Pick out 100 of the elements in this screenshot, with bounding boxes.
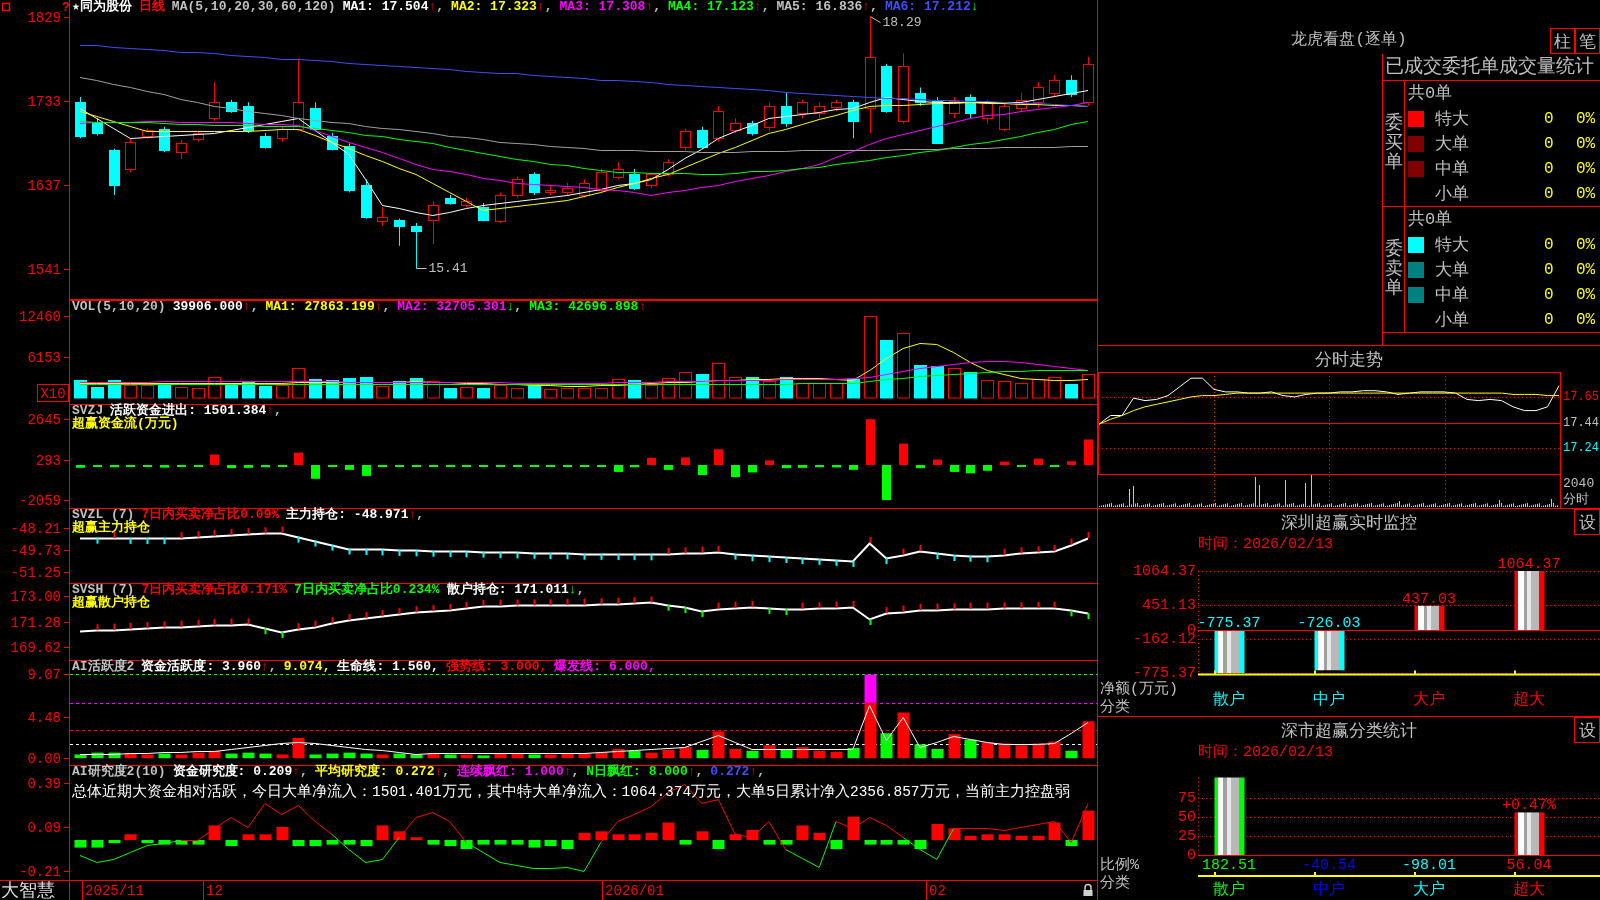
candle bbox=[75, 96, 86, 139]
research-bar bbox=[444, 840, 457, 847]
legend-label: 生命线: 1.560, bbox=[337, 660, 439, 673]
category-label: 大户 bbox=[1413, 881, 1445, 899]
bar bbox=[1314, 630, 1345, 671]
research-bar bbox=[763, 840, 776, 845]
change-marker bbox=[1020, 601, 1023, 610]
volume-bar bbox=[91, 387, 104, 399]
research-bar bbox=[981, 834, 994, 840]
legend-comma: , bbox=[442, 765, 451, 778]
flow-bar bbox=[294, 452, 303, 465]
order-size-label: 中单 bbox=[1435, 285, 1470, 306]
order-percent: 0% bbox=[1576, 260, 1597, 279]
flow-bar bbox=[664, 465, 673, 470]
flow-bar bbox=[714, 449, 723, 465]
research-bar bbox=[192, 840, 205, 845]
candle bbox=[512, 176, 523, 199]
axis-label: 171.28 bbox=[10, 614, 61, 631]
axis-label: 173.00 bbox=[10, 588, 61, 605]
volume-bar bbox=[763, 381, 776, 399]
research-bar bbox=[780, 840, 793, 845]
view-toggle-button[interactable]: 笔 bbox=[1575, 28, 1600, 54]
flow-bar bbox=[244, 465, 253, 468]
change-marker bbox=[953, 554, 956, 563]
axis-label: 50 bbox=[1178, 809, 1196, 826]
date-label: 12 bbox=[206, 883, 223, 899]
change-marker bbox=[1087, 612, 1090, 621]
legend-label: MA3: 17.308 bbox=[559, 0, 646, 13]
volume-caption: 分时 bbox=[1563, 491, 1589, 507]
change-marker bbox=[516, 551, 519, 560]
activity-bar bbox=[813, 750, 826, 759]
candle bbox=[1016, 92, 1027, 112]
change-marker bbox=[969, 601, 972, 610]
change-marker bbox=[801, 601, 804, 610]
activity-bar bbox=[309, 754, 322, 759]
flow-bar bbox=[210, 454, 219, 465]
volume-bar bbox=[696, 374, 709, 399]
candle bbox=[663, 158, 674, 178]
category-label: 中户 bbox=[1313, 691, 1345, 709]
activity-bar bbox=[141, 754, 154, 759]
change-marker bbox=[566, 552, 569, 561]
order-percent: 0% bbox=[1576, 184, 1597, 203]
change-marker bbox=[129, 536, 132, 545]
trend-arrow: ↑ bbox=[638, 300, 647, 313]
legend-label: AI研究度2(10) bbox=[72, 765, 166, 778]
change-marker bbox=[549, 598, 552, 607]
change-marker bbox=[1087, 531, 1090, 540]
timestamp-label: 时间：2026/02/13 bbox=[1197, 535, 1334, 555]
settings-button[interactable]: 设 bbox=[1574, 509, 1600, 535]
candle bbox=[579, 178, 590, 199]
change-marker bbox=[633, 553, 636, 562]
volume-bar bbox=[124, 385, 137, 399]
flow-bar bbox=[76, 465, 85, 468]
trend-arrow: ↑ bbox=[408, 508, 417, 521]
candle bbox=[646, 171, 657, 189]
activity-bar bbox=[931, 748, 944, 759]
legend-comma: , bbox=[544, 0, 553, 13]
research-bar bbox=[494, 840, 507, 845]
activity-bar bbox=[1082, 721, 1095, 759]
activity-bar bbox=[511, 753, 524, 759]
candle bbox=[478, 202, 489, 222]
change-marker bbox=[381, 609, 384, 618]
change-marker bbox=[566, 597, 569, 606]
research-bar bbox=[292, 840, 305, 847]
candle bbox=[965, 93, 976, 119]
settings-button[interactable]: 设 bbox=[1574, 717, 1600, 743]
change-marker bbox=[885, 606, 888, 615]
flow-bar bbox=[362, 465, 371, 476]
change-marker bbox=[549, 551, 552, 560]
legend-label: 超赢散户持仓 bbox=[72, 596, 150, 609]
volume-bar bbox=[276, 385, 289, 399]
axis-title: 净额(万元) bbox=[1100, 680, 1178, 698]
value-label: -775.37 bbox=[1197, 615, 1261, 632]
activity-bar bbox=[1015, 745, 1028, 759]
research-bar bbox=[259, 834, 272, 840]
flow-bar bbox=[261, 465, 270, 468]
view-toggle-button[interactable]: 柱 bbox=[1550, 28, 1575, 54]
change-marker bbox=[986, 601, 989, 610]
change-marker bbox=[969, 554, 972, 563]
candle bbox=[881, 63, 892, 114]
volume-bar bbox=[897, 333, 910, 399]
table-title: 已成交委托单成交量统计 bbox=[1384, 55, 1595, 80]
axis-label: 451.13 bbox=[1142, 597, 1196, 614]
candle bbox=[209, 81, 220, 122]
legend-comma: , bbox=[761, 0, 770, 13]
volume-bar bbox=[612, 379, 625, 399]
candle bbox=[999, 101, 1010, 132]
change-marker bbox=[734, 552, 737, 561]
candle bbox=[764, 101, 775, 132]
research-bar bbox=[242, 834, 255, 840]
change-marker bbox=[230, 617, 233, 626]
change-marker bbox=[365, 548, 368, 556]
change-marker bbox=[1053, 600, 1056, 609]
activity-bar bbox=[158, 753, 171, 759]
change-marker bbox=[1037, 545, 1040, 554]
candle bbox=[848, 99, 859, 139]
legend-comma: , bbox=[576, 583, 585, 596]
candle bbox=[142, 128, 153, 140]
research-bar bbox=[628, 834, 641, 840]
activity-bar bbox=[460, 754, 473, 759]
